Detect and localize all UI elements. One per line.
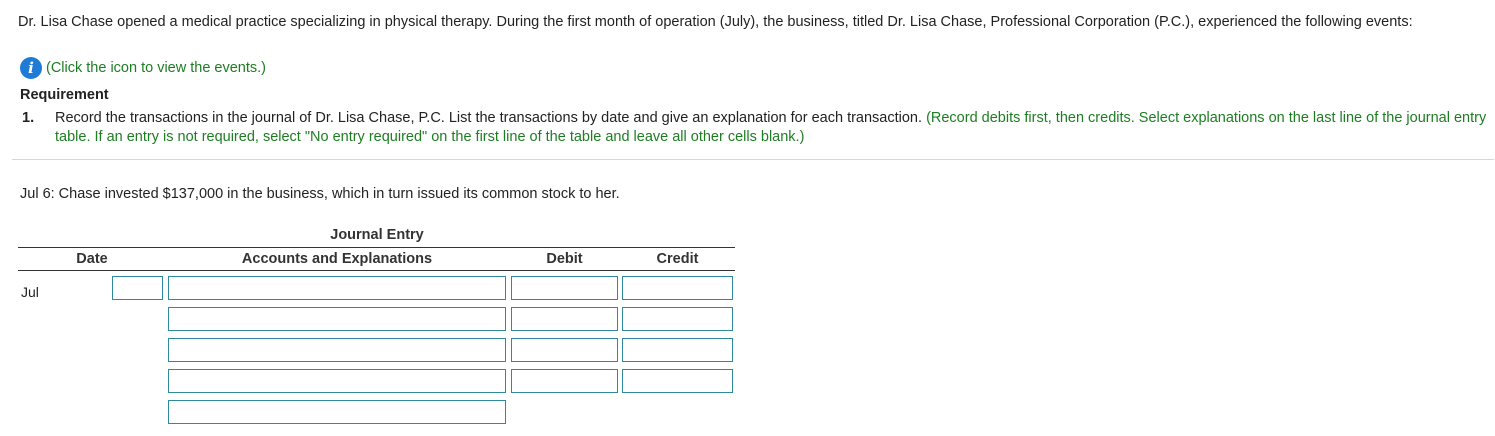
transaction-text: Jul 6: Chase invested $137,000 in the bu… [20, 186, 620, 202]
date-input[interactable] [112, 276, 163, 300]
debit-input-1[interactable] [511, 276, 618, 300]
debit-input-4[interactable] [511, 369, 618, 393]
account-input-3[interactable] [168, 338, 506, 362]
journal-title-rule [18, 247, 735, 248]
requirement-item: 1. Record the transactions in the journa… [22, 109, 1492, 147]
accounts-header: Accounts and Explanations [241, 251, 433, 267]
section-divider [12, 159, 1494, 160]
credit-header: Credit [656, 251, 699, 267]
problem-intro: Dr. Lisa Chase opened a medical practice… [18, 14, 1413, 30]
requirement-body: Record the transactions in the journal o… [55, 109, 1492, 147]
info-icon[interactable]: i [20, 57, 42, 79]
debit-header: Debit [546, 251, 583, 267]
credit-input-1[interactable] [622, 276, 733, 300]
account-input-2[interactable] [168, 307, 506, 331]
requirement-text: Record the transactions in the journal o… [55, 110, 923, 126]
account-input-1[interactable] [168, 276, 506, 300]
account-input-4[interactable] [168, 369, 506, 393]
credit-input-4[interactable] [622, 369, 733, 393]
requirement-heading: Requirement [20, 87, 109, 103]
credit-input-2[interactable] [622, 307, 733, 331]
month-label: Jul [21, 284, 39, 300]
events-link-text[interactable]: (Click the icon to view the events.) [46, 60, 266, 76]
credit-input-3[interactable] [622, 338, 733, 362]
debit-input-3[interactable] [511, 338, 618, 362]
journal-header-rule [18, 270, 735, 271]
explanation-input[interactable] [168, 400, 506, 424]
events-link-row: i (Click the icon to view the events.) [20, 57, 266, 79]
debit-input-2[interactable] [511, 307, 618, 331]
journal-entry-title: Journal Entry [330, 227, 424, 243]
requirement-number: 1. [22, 110, 35, 126]
date-header: Date [76, 251, 108, 267]
